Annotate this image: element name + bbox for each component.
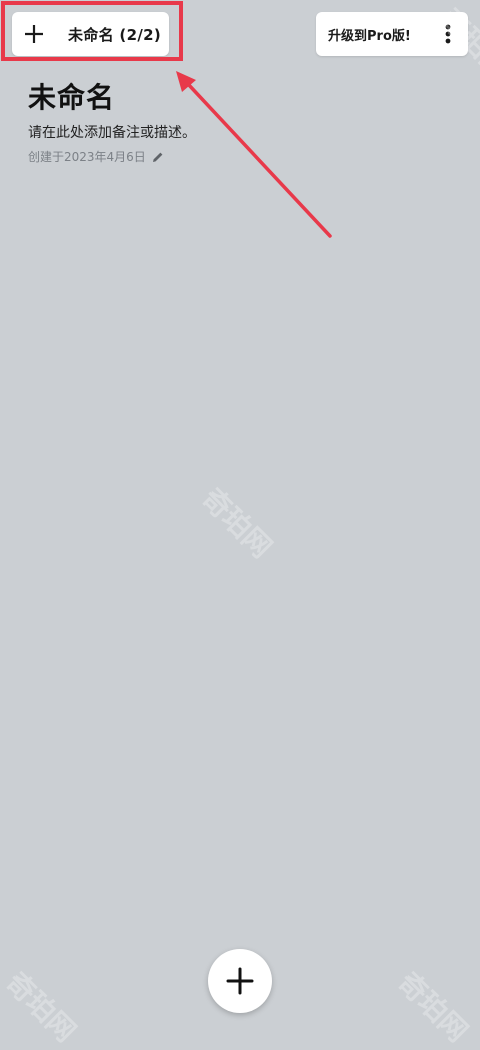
board-tab[interactable]: 未命名 (2/2) [12,12,169,56]
edit-date-button[interactable] [152,151,164,163]
more-options-button[interactable] [428,12,468,56]
add-board-button[interactable] [12,12,56,56]
watermark: 奇珀网 [0,965,83,1049]
upgrade-pro-button[interactable]: 升级到Pro版! [316,25,428,44]
pencil-icon [152,152,163,162]
board-description[interactable]: 请在此处添加备注或描述。 [28,122,196,142]
board-created-date: 创建于2023年4月6日 [28,148,164,165]
board-tab-title[interactable]: 未命名 (2/2) [68,24,161,45]
add-item-fab[interactable] [208,949,272,1013]
upgrade-toolbar: 升级到Pro版! [316,12,468,56]
watermark: 奇珀网 [195,481,279,565]
plus-icon [226,967,254,995]
more-vertical-icon [445,24,451,44]
board-title[interactable]: 未命名 [28,76,115,116]
watermark: 奇珀网 [391,965,475,1049]
created-date-label: 创建于2023年4月6日 [28,150,146,164]
plus-icon [25,25,43,43]
board-screen: 未命名 (2/2) 升级到Pro版! 未命名 请在此处添加备注或描述。 创建于2… [0,0,480,1048]
